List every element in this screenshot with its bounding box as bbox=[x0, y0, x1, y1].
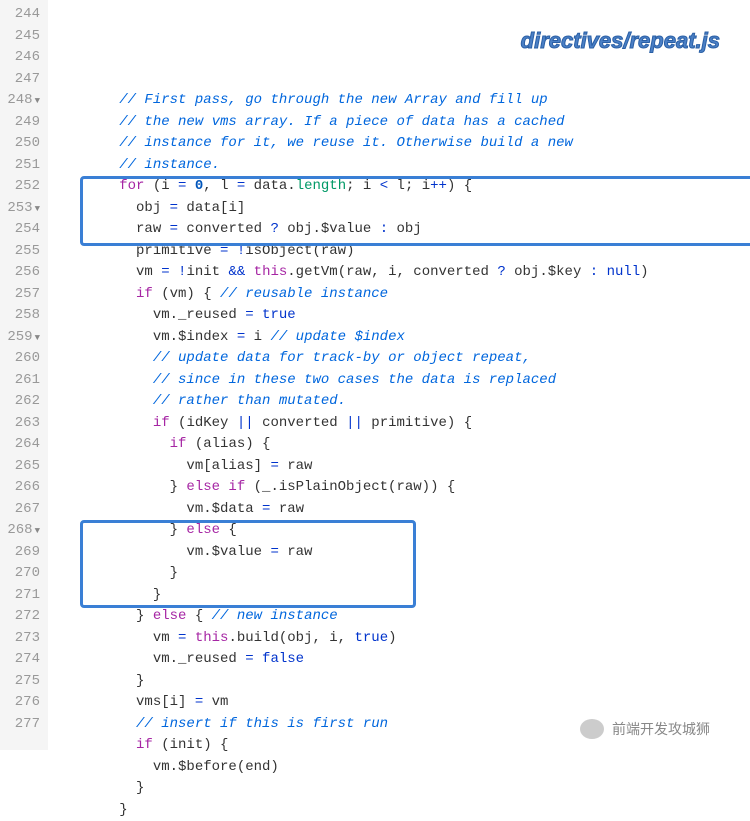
code-line: } bbox=[52, 563, 750, 585]
code-line: // update data for track-by or object re… bbox=[52, 348, 750, 370]
code-line: // since in these two cases the data is … bbox=[52, 370, 750, 392]
line-number: 277 bbox=[6, 714, 40, 736]
line-number: 259 bbox=[6, 327, 40, 349]
code-line: // rather than mutated. bbox=[52, 391, 750, 413]
line-number: 250 bbox=[6, 133, 40, 155]
line-number: 271 bbox=[6, 585, 40, 607]
line-number: 264 bbox=[6, 434, 40, 456]
line-number: 255 bbox=[6, 241, 40, 263]
line-number: 253 bbox=[6, 198, 40, 220]
code-line: vms[i] = vm bbox=[52, 692, 750, 714]
code-line: vm.$index = i // update $index bbox=[52, 327, 750, 349]
line-number: 267 bbox=[6, 499, 40, 521]
code-line: } else if (_.isPlainObject(raw)) { bbox=[52, 477, 750, 499]
line-number: 266 bbox=[6, 477, 40, 499]
code-line: } bbox=[52, 800, 750, 821]
code-line: vm = !init && this.getVm(raw, i, convert… bbox=[52, 262, 750, 284]
line-number: 248 bbox=[6, 90, 40, 112]
line-number: 268 bbox=[6, 520, 40, 542]
line-number: 274 bbox=[6, 649, 40, 671]
line-number: 276 bbox=[6, 692, 40, 714]
code-line: // the new vms array. If a piece of data… bbox=[52, 112, 750, 134]
code-line: if (alias) { bbox=[52, 434, 750, 456]
line-number: 244 bbox=[6, 4, 40, 26]
code-line: obj = data[i] bbox=[52, 198, 750, 220]
code-line: // First pass, go through the new Array … bbox=[52, 90, 750, 112]
line-number: 265 bbox=[6, 456, 40, 478]
wechat-text: 前端开发攻城狮 bbox=[612, 719, 710, 741]
code-line: vm._reused = true bbox=[52, 305, 750, 327]
line-number: 262 bbox=[6, 391, 40, 413]
line-number: 256 bbox=[6, 262, 40, 284]
code-line: // instance for it, we reuse it. Otherwi… bbox=[52, 133, 750, 155]
code-line: vm[alias] = raw bbox=[52, 456, 750, 478]
code-line: primitive = !isObject(raw) bbox=[52, 241, 750, 263]
line-number: 252 bbox=[6, 176, 40, 198]
line-number: 247 bbox=[6, 69, 40, 91]
code-line: if (vm) { // reusable instance bbox=[52, 284, 750, 306]
code-line: vm.$value = raw bbox=[52, 542, 750, 564]
line-number: 251 bbox=[6, 155, 40, 177]
line-number: 273 bbox=[6, 628, 40, 650]
line-number: 249 bbox=[6, 112, 40, 134]
code-line: vm.$data = raw bbox=[52, 499, 750, 521]
line-number-gutter: 2442452462472482492502512522532542552562… bbox=[0, 0, 48, 750]
code-line: } bbox=[52, 778, 750, 800]
code-area: // First pass, go through the new Array … bbox=[48, 0, 750, 750]
file-path-label: directives/repeat.js bbox=[521, 30, 720, 52]
line-number: 257 bbox=[6, 284, 40, 306]
code-line: if (idKey || converted || primitive) { bbox=[52, 413, 750, 435]
code-line: // instance. bbox=[52, 155, 750, 177]
code-line: raw = converted ? obj.$value : obj bbox=[52, 219, 750, 241]
line-number: 270 bbox=[6, 563, 40, 585]
line-number: 258 bbox=[6, 305, 40, 327]
code-line: vm = this.build(obj, i, true) bbox=[52, 628, 750, 650]
code-line: for (i = 0, l = data.length; i < l; i++)… bbox=[52, 176, 750, 198]
code-editor: 2442452462472482492502512522532542552562… bbox=[0, 0, 750, 750]
wechat-badge: 前端开发攻城狮 bbox=[580, 719, 710, 741]
line-number: 260 bbox=[6, 348, 40, 370]
code-line: } else { // new instance bbox=[52, 606, 750, 628]
code-line: } bbox=[52, 585, 750, 607]
line-number: 263 bbox=[6, 413, 40, 435]
line-number: 246 bbox=[6, 47, 40, 69]
line-number: 269 bbox=[6, 542, 40, 564]
line-number: 275 bbox=[6, 671, 40, 693]
line-number: 272 bbox=[6, 606, 40, 628]
code-line: } else { bbox=[52, 520, 750, 542]
code-line: vm.$before(end) bbox=[52, 757, 750, 779]
code-line: vm._reused = false bbox=[52, 649, 750, 671]
line-number: 254 bbox=[6, 219, 40, 241]
line-number: 245 bbox=[6, 26, 40, 48]
line-number: 261 bbox=[6, 370, 40, 392]
wechat-icon bbox=[580, 719, 604, 739]
code-line: } bbox=[52, 671, 750, 693]
